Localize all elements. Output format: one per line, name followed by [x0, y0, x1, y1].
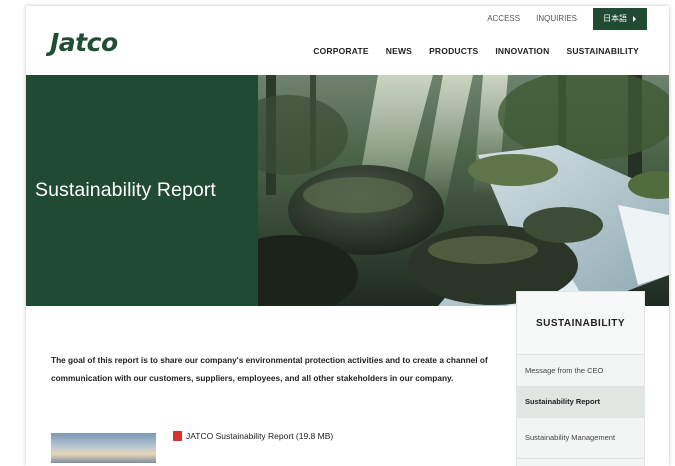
nav-news[interactable]: NEWS: [386, 46, 412, 56]
download-row: JATCO Sustainability Report (19.8 MB): [51, 429, 361, 466]
inquiries-link[interactable]: INQUIRIES: [536, 8, 577, 30]
pdf-icon: [173, 431, 182, 441]
page-frame: Jatco ACCESS INQUIRIES 日本語 CORPORATE NEW…: [26, 6, 669, 466]
sustainability-side-menu: SUSTAINABILITY Message from the CEO Sust…: [516, 291, 645, 466]
report-download-link[interactable]: JATCO Sustainability Report (19.8 MB): [173, 431, 333, 441]
report-download-label: JATCO Sustainability Report (19.8 MB): [186, 431, 334, 441]
intro-paragraph: The goal of this report is to share our …: [51, 355, 488, 383]
nav-corporate[interactable]: CORPORATE: [313, 46, 368, 56]
page-title: Sustainability Report: [35, 179, 216, 201]
nav-innovation[interactable]: INNOVATION: [495, 46, 549, 56]
side-menu-title: SUSTAINABILITY: [517, 292, 644, 355]
nav-products[interactable]: PRODUCTS: [429, 46, 478, 56]
utility-nav: ACCESS INQUIRIES 日本語: [487, 8, 647, 30]
side-item-sustainability-management[interactable]: Sustainability Management: [517, 418, 644, 459]
language-button-label: 日本語: [603, 14, 627, 23]
language-button[interactable]: 日本語: [593, 8, 647, 30]
report-thumbnail[interactable]: [51, 433, 156, 463]
side-item-ceo-message[interactable]: Message from the CEO: [517, 355, 644, 387]
access-link[interactable]: ACCESS: [487, 8, 520, 30]
forest-stream-image: [258, 75, 669, 306]
chevron-right-icon: [633, 16, 636, 22]
nav-sustainability[interactable]: SUSTAINABILITY: [566, 46, 639, 56]
jatco-logo[interactable]: Jatco: [50, 28, 118, 57]
hero-title-panel: Sustainability Report: [26, 75, 258, 306]
side-item-sustainability-report[interactable]: Sustainability Report: [517, 387, 644, 418]
main-nav: CORPORATE NEWS PRODUCTS INNOVATION SUSTA…: [313, 46, 639, 56]
